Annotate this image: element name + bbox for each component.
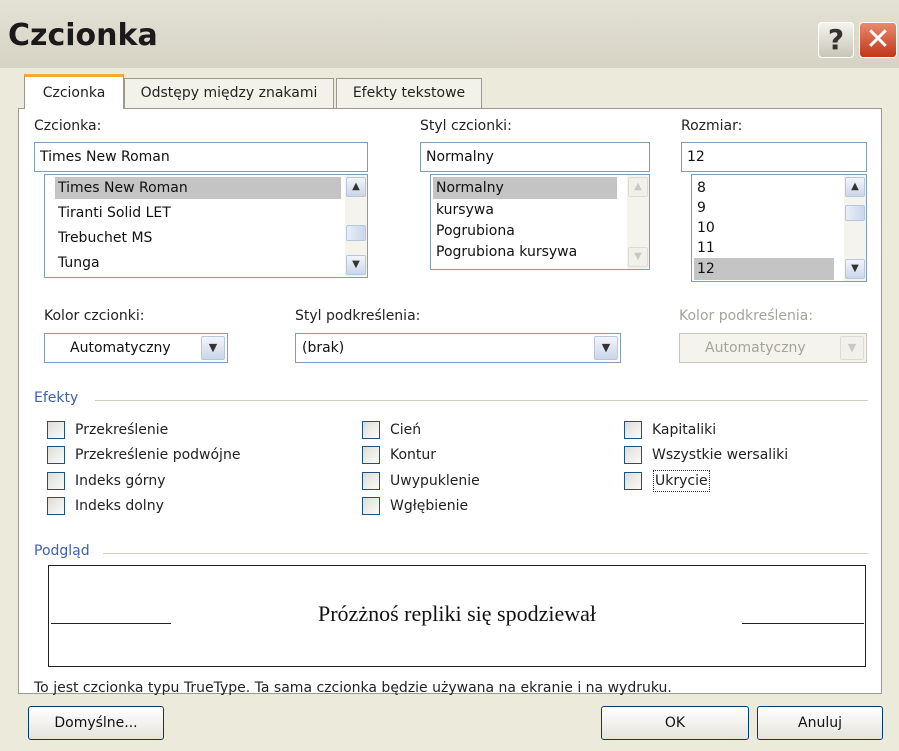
style-list-item[interactable]: Pogrubiona kursywa — [433, 241, 577, 263]
scroll-up-arrow-icon[interactable]: ▲ — [346, 177, 366, 197]
underline-color-label: Kolor podkreślenia: — [679, 308, 814, 324]
style-label: Styl czcionki: — [420, 118, 512, 134]
checkbox-label: Kapitaliki — [652, 422, 717, 438]
style-list-scrollbar[interactable]: ▲ ▼ — [627, 175, 649, 269]
checkbox-label: Cień — [390, 422, 422, 438]
scroll-thumb[interactable] — [845, 205, 865, 221]
font-list-item[interactable]: Tunga — [55, 252, 100, 274]
scroll-down-arrow-icon[interactable]: ▼ — [346, 255, 366, 275]
scroll-thumb[interactable] — [346, 225, 366, 241]
style-input[interactable]: Normalny — [420, 142, 650, 172]
checkbox-label: Przekreślenie — [75, 422, 169, 438]
checkbox-box[interactable] — [624, 472, 642, 490]
font-color-value: Automatyczny — [70, 340, 171, 356]
font-label: Czcionka: — [34, 118, 102, 134]
style-list-item[interactable]: Normalny — [433, 177, 617, 199]
effects-divider — [95, 400, 868, 401]
close-button[interactable]: ✕ — [859, 22, 897, 58]
font-list-scrollbar[interactable]: ▲ ▼ — [345, 175, 367, 277]
tab-czcionka[interactable]: Czcionka — [24, 74, 124, 109]
checkbox-label: Przekreślenie podwójne — [75, 447, 241, 463]
scroll-up-arrow-icon: ▲ — [628, 177, 648, 197]
font-list-item[interactable]: Tiranti Solid LET — [55, 202, 171, 224]
scroll-up-arrow-icon[interactable]: ▲ — [845, 177, 865, 197]
preview-section-title: Podgląd — [34, 543, 90, 559]
effects-section-title: Efekty — [34, 390, 79, 406]
scroll-down-arrow-icon: ▼ — [628, 247, 648, 267]
chevron-down-icon[interactable]: ▼ — [201, 336, 225, 360]
checkbox-label: Wgłębienie — [390, 498, 469, 514]
style-list-item[interactable]: Pogrubiona — [433, 220, 515, 242]
style-list-item[interactable]: kursywa — [433, 199, 494, 221]
size-list-item[interactable]: 12 — [694, 258, 834, 280]
tab-odstepy[interactable]: Odstępy między znakami — [124, 78, 334, 108]
checkbox-label: Kontur — [390, 447, 437, 463]
size-list-item[interactable]: 9 — [694, 197, 706, 219]
checkbox-box[interactable] — [362, 472, 380, 490]
checkbox-box[interactable] — [362, 446, 380, 464]
chevron-down-icon: ▼ — [840, 336, 864, 360]
underline-style-value: (brak) — [302, 340, 345, 356]
underline-color-select: Automatyczny ▼ — [679, 333, 867, 363]
size-input[interactable]: 12 — [681, 142, 867, 172]
size-list[interactable]: 8 9 10 11 12 ▲ ▼ — [691, 174, 867, 282]
font-dialog: Czcionka ? ✕ Czcionka Odstępy między zna… — [0, 0, 899, 751]
title-bar[interactable]: Czcionka ? ✕ — [0, 0, 899, 68]
size-list-item[interactable]: 8 — [694, 177, 706, 199]
preview-box: Prózżnoś repliki się spodziewał — [48, 565, 866, 667]
help-button[interactable]: ? — [818, 22, 854, 58]
chevron-down-icon[interactable]: ▼ — [594, 336, 618, 360]
scroll-down-arrow-icon[interactable]: ▼ — [845, 259, 865, 279]
style-list[interactable]: Normalny kursywa Pogrubiona Pogrubiona k… — [430, 174, 650, 270]
checkbox-box[interactable] — [362, 421, 380, 439]
checkbox-box[interactable] — [47, 472, 65, 490]
preview-baseline-right — [742, 623, 864, 624]
checkbox-label: Indeks dolny — [75, 498, 164, 514]
default-button[interactable]: Domyślne... — [28, 706, 164, 740]
checkbox-label: Ukrycie — [653, 470, 710, 492]
checkbox-box[interactable] — [362, 497, 380, 515]
preview-divider — [103, 553, 868, 554]
checkbox-label: Uwypuklenie — [390, 473, 480, 489]
checkbox-box[interactable] — [624, 421, 642, 439]
ok-button[interactable]: OK — [601, 706, 749, 740]
size-list-item[interactable]: 11 — [694, 237, 715, 259]
font-color-select[interactable]: Automatyczny ▼ — [44, 333, 228, 363]
checkbox-label: Indeks górny — [75, 473, 166, 489]
dialog-title: Czcionka — [8, 18, 158, 53]
tab-efekty-tekstowe[interactable]: Efekty tekstowe — [336, 78, 482, 108]
checkbox-box[interactable] — [624, 446, 642, 464]
checkbox-box[interactable] — [47, 421, 65, 439]
size-list-item[interactable]: 10 — [694, 217, 715, 239]
tab-panel: Czcionka: Times New Roman Times New Roma… — [18, 108, 882, 694]
font-input[interactable]: Times New Roman — [34, 142, 368, 172]
size-list-scrollbar[interactable]: ▲ ▼ — [844, 175, 866, 281]
underline-color-value: Automatyczny — [705, 340, 806, 356]
font-list-item[interactable]: Times New Roman — [55, 177, 341, 199]
font-list-item[interactable]: Trebuchet MS — [55, 227, 152, 249]
font-list[interactable]: Times New Roman Tiranti Solid LET Trebuc… — [44, 174, 368, 278]
underline-style-select[interactable]: (brak) ▼ — [295, 333, 621, 363]
checkbox-box[interactable] — [47, 446, 65, 464]
font-info-text: To jest czcionka typu TrueType. Ta sama … — [34, 680, 672, 696]
checkbox-label: Wszystkie wersaliki — [652, 447, 789, 463]
size-label: Rozmiar: — [681, 118, 743, 134]
underline-style-label: Styl podkreślenia: — [295, 308, 421, 324]
checkbox-box[interactable] — [47, 497, 65, 515]
font-color-label: Kolor czcionki: — [44, 308, 145, 324]
cancel-button[interactable]: Anuluj — [757, 706, 883, 740]
